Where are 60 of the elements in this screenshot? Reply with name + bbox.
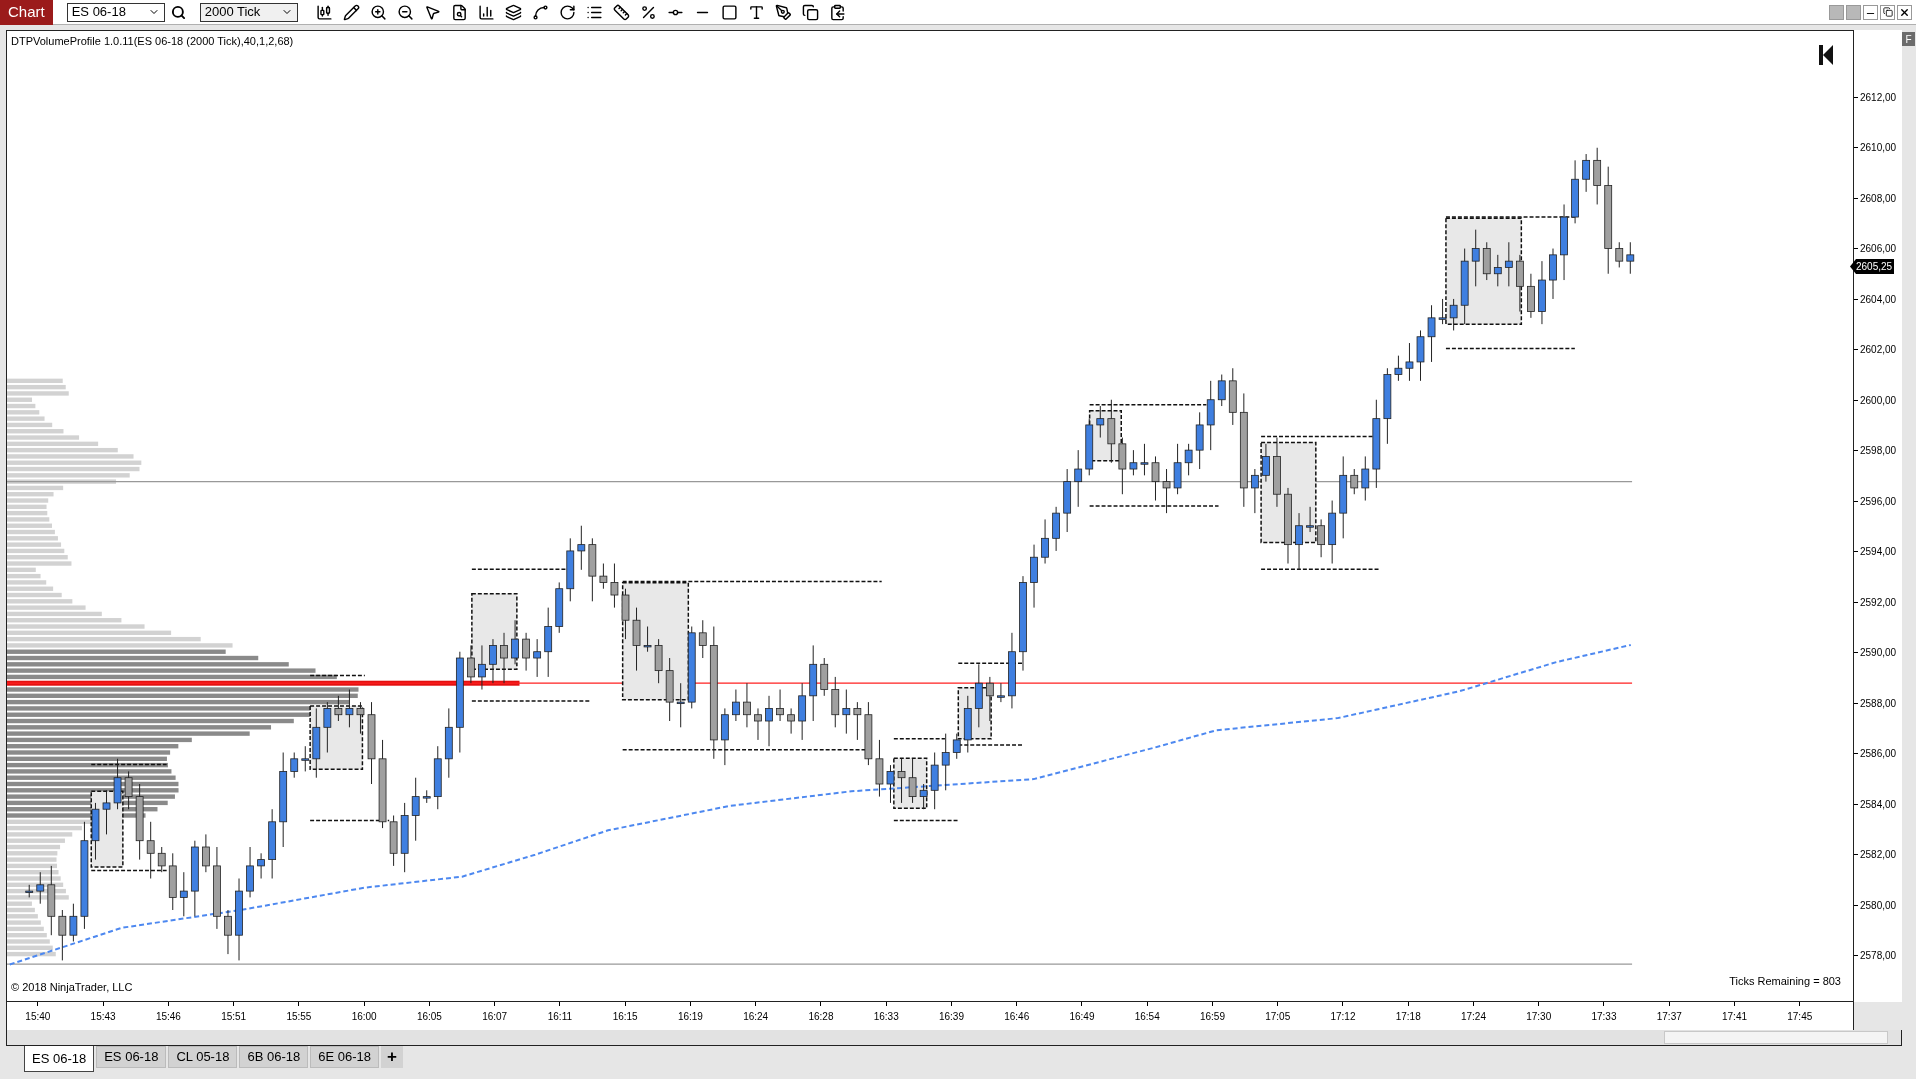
price-label: 2578,00 [1860,949,1897,963]
time-label: 16:05 [416,1010,442,1024]
instrument-tab[interactable]: 6B 06-18 [239,1046,309,1068]
time-label: 16:11 [547,1010,573,1024]
price-label: 2612,00 [1860,90,1897,105]
instrument-tab[interactable]: ES 06-18 [96,1046,167,1068]
add-tab-button[interactable]: + [380,1046,403,1068]
last-price-marker: 2605,25 [1850,259,1895,274]
time-label: 16:59 [1199,1010,1225,1024]
price-label: 2586,00 [1860,747,1897,761]
indicator-label: DTPVolumeProfile 1.0.11(ES 06-18 (2000 Tick),40,1,2,68) [11,34,294,49]
price-label: 2580,00 [1860,898,1897,913]
price-label: 2594,00 [1860,545,1897,559]
time-label: 17:12 [1330,1010,1356,1024]
price-label: 2592,00 [1860,595,1897,610]
copyright-text: © 2018 NinjaTrader, LLC [11,979,133,995]
time-label: 17:18 [1395,1010,1421,1024]
time-label: 16:54 [1134,1010,1160,1024]
price-label: 2606,00 [1860,242,1897,256]
time-label: 16:39 [938,1010,964,1024]
time-label: 16:19 [677,1010,703,1024]
instrument-tab[interactable]: CL 05-18 [168,1046,238,1068]
time-label: 17:30 [1526,1010,1552,1024]
time-label: 17:45 [1787,1010,1813,1024]
price-label: 2608,00 [1860,191,1897,206]
side-button[interactable]: F [1902,32,1915,46]
price-label: 2602,00 [1860,343,1897,357]
instrument-dropdown[interactable]: ES 06-18 [66,2,165,22]
time-label: 15:55 [286,1010,312,1024]
time-label: 15:40 [25,1010,51,1024]
time-label: 16:24 [743,1010,769,1024]
price-label: 2590,00 [1860,646,1897,660]
time-label: 15:46 [155,1010,181,1024]
time-label: 16:33 [873,1010,899,1024]
time-label: 17:33 [1591,1010,1617,1024]
time-label: 15:43 [90,1010,116,1024]
time-label: 17:37 [1656,1010,1682,1024]
price-label: 2604,00 [1860,292,1897,307]
time-label: 16:15 [612,1010,638,1024]
chart-title: Chart [0,0,53,25]
instrument-tab[interactable]: ES 06-18 [24,1046,95,1072]
time-label: 17:05 [1265,1010,1291,1024]
time-label: 16:46 [1004,1010,1030,1024]
price-label: 2588,00 [1860,696,1897,711]
price-label: 2582,00 [1860,848,1897,862]
time-label: 15:51 [221,1010,247,1024]
ticks-remaining-text: Ticks Remaining = 803 [1729,973,1841,989]
price-label: 2610,00 [1860,141,1897,155]
price-label: 2596,00 [1860,494,1897,509]
instrument-tab[interactable]: 6E 06-18 [310,1046,379,1068]
price-label: 2600,00 [1860,393,1897,408]
price-label: 2584,00 [1860,797,1897,812]
time-label: 16:07 [482,1010,508,1024]
time-label: 16:28 [808,1010,834,1024]
price-label: 2598,00 [1860,444,1897,458]
time-label: 17:24 [1460,1010,1486,1024]
time-label: 16:49 [1069,1010,1095,1024]
interval-dropdown[interactable]: 2000 Tick [199,2,298,22]
time-label: 16:00 [351,1010,377,1024]
time-label: 17:41 [1722,1010,1747,1024]
